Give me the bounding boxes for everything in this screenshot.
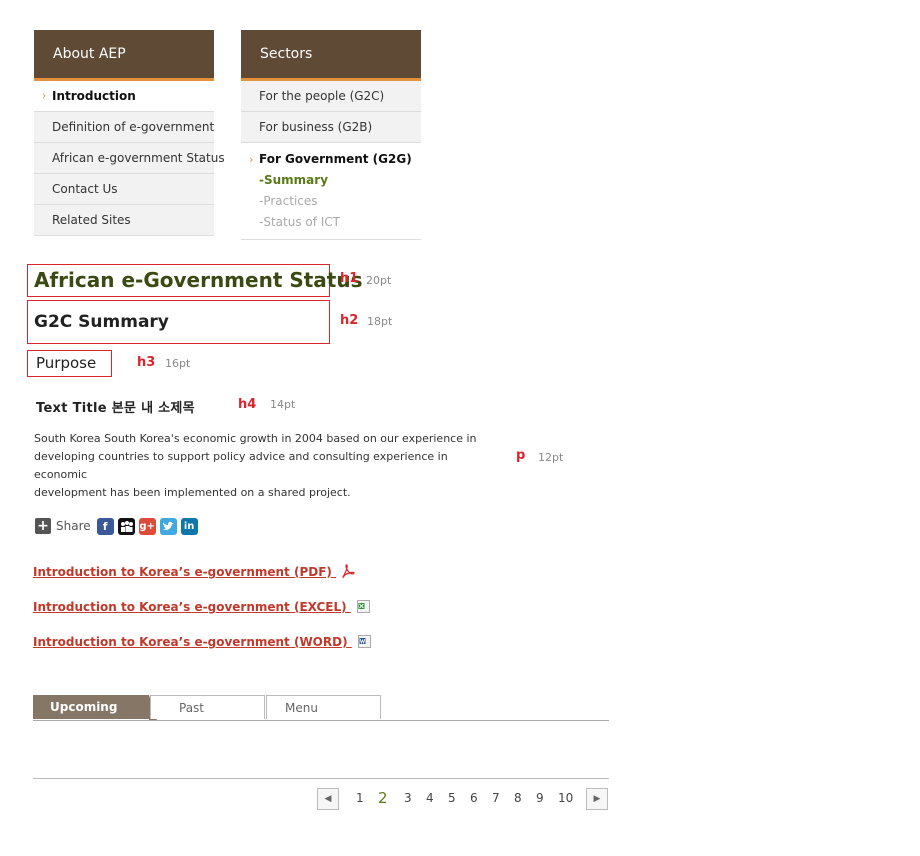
menu-item-definition[interactable]: Definition of e-government [34,112,214,143]
page-5[interactable]: 5 [448,791,456,805]
g2g-submenu: › For Government (G2G) -Summary -Practic… [241,143,421,240]
pdf-file-icon [340,563,356,582]
menu-item-g2c[interactable]: For the people (G2C) [241,81,421,112]
about-aep-header: About AEP [34,30,214,81]
h1-size: 20pt [366,274,392,287]
page-10[interactable]: 10 [558,791,573,805]
share-label: Share [56,519,91,533]
h2-sample-box: G2C Summary [27,300,330,344]
menu-item-introduction[interactable]: › Introduction [34,81,214,112]
next-page-button[interactable]: ▶ [586,788,608,810]
tab-menu[interactable]: Menu [266,695,381,719]
menu-item-contact-us[interactable]: Contact Us [34,174,214,205]
sectors-menu: Sectors For the people (G2C) For busines… [241,30,421,240]
menu-item-g2b[interactable]: For business (G2B) [241,112,421,143]
paragraph-sample: South Korea South Korea's economic growt… [34,432,477,499]
chevron-right-icon: › [42,89,47,102]
page-7[interactable]: 7 [492,791,500,805]
download-link-word[interactable]: Introduction to Korea’s e-government (WO… [33,633,372,652]
h1-tag: h1 [340,271,359,286]
download-link-pdf[interactable]: Introduction to Korea’s e-government (PD… [33,563,356,582]
page-8[interactable]: 8 [514,791,522,805]
p-tag: p [516,448,526,463]
share-bar: + Share f g+ in [35,517,202,535]
tab-past[interactable]: Past [150,695,265,719]
h2-sample: G2C Summary [34,312,169,332]
submenu-status-of-ict[interactable]: -Status of ICT [241,212,421,233]
about-aep-menu: About AEP › Introduction Definition of e… [34,30,225,236]
p-size: 12pt [538,451,564,464]
twitter-icon[interactable] [159,517,177,535]
facebook-icon[interactable]: f [96,517,114,535]
prev-page-button[interactable]: ◀ [317,788,339,810]
pagination-divider [33,778,609,779]
myspace-icon[interactable] [117,517,135,535]
page-2-current[interactable]: 2 [378,789,388,807]
h1-sample-box: African e-Government Status [27,264,363,297]
tab-bar: Upcoming Past Menu [33,695,609,721]
h3-sample: Purpose [36,354,97,372]
h4-size: 14pt [270,398,296,411]
page-6[interactable]: 6 [470,791,478,805]
plus-icon[interactable]: + [35,518,51,534]
page-4[interactable]: 4 [426,791,434,805]
menu-item-related-sites[interactable]: Related Sites [34,205,214,236]
h4-sample: Text Title 본문 내 소제목 [36,401,195,416]
sectors-header: Sectors [241,30,421,81]
submenu-practices[interactable]: -Practices [241,191,421,212]
excel-file-icon [355,598,371,617]
h3-tag: h3 [137,355,156,370]
h3-sample-box: Purpose [27,350,112,377]
chevron-right-icon: › [249,153,254,166]
h1-sample: African e-Government Status [34,268,363,292]
linkedin-icon[interactable]: in [180,517,198,535]
h4-tag: h4 [238,397,257,412]
h2-size: 18pt [367,315,393,328]
menu-item-african-status[interactable]: African e-government Status [34,143,225,174]
word-file-icon [356,633,372,652]
page-3[interactable]: 3 [404,791,412,805]
h3-size: 16pt [165,357,191,370]
tab-upcoming[interactable]: Upcoming [33,695,149,719]
submenu-summary[interactable]: -Summary [241,170,421,191]
page-1[interactable]: 1 [356,791,364,805]
h2-tag: h2 [340,313,359,328]
page-9[interactable]: 9 [536,791,544,805]
google-plus-icon[interactable]: g+ [138,517,156,535]
menu-item-g2g[interactable]: › For Government (G2G) [241,149,421,170]
download-link-excel[interactable]: Introduction to Korea’s e-government (EX… [33,598,371,617]
